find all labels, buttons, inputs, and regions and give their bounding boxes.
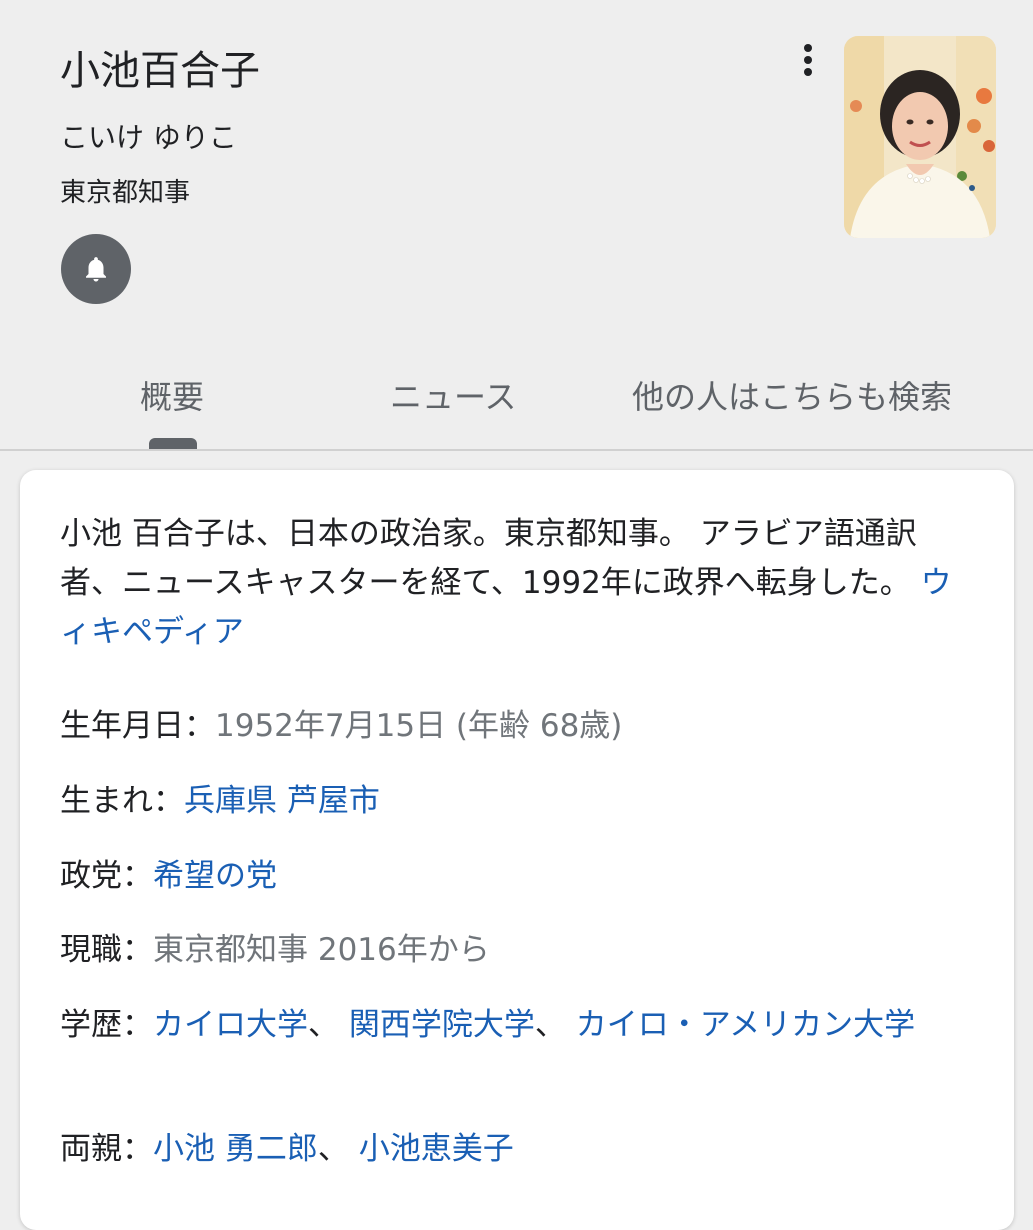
bell-icon — [86, 257, 106, 282]
education-link[interactable]: 関西学院大学 — [349, 1007, 535, 1043]
fact-label: 政党： — [60, 858, 153, 894]
fact-birthplace: 生まれ：兵庫県 芦屋市 — [60, 777, 970, 826]
fact-label: 生年月日： — [60, 708, 215, 744]
tab-bar: 概要 ニュース 他の人はこちらも検索 — [0, 350, 1033, 450]
description-text: 小池 百合子は、日本の政治家。東京都知事。 アラビア語通訳者、ニュースキャスター… — [60, 516, 917, 601]
fact-office: 現職：東京都知事 2016年から — [60, 926, 970, 975]
fact-label: 学歴： — [60, 1007, 153, 1043]
party-link[interactable]: 希望の党 — [153, 858, 277, 894]
entity-subtitle: 東京都知事 — [60, 178, 191, 208]
fact-education: 学歴：カイロ大学、 関西学院大学、 カイロ・アメリカン大学 — [60, 1001, 970, 1050]
more-vert-icon — [804, 44, 812, 76]
more-options-button[interactable] — [788, 38, 828, 82]
fact-label: 現職： — [60, 932, 153, 968]
tab-people-also-search[interactable]: 他の人はこちらも検索 — [632, 372, 952, 418]
tab-news[interactable]: ニュース — [390, 372, 516, 418]
birthplace-link[interactable]: 兵庫県 芦屋市 — [184, 783, 380, 819]
fact-label: 生まれ： — [60, 783, 184, 819]
entity-title: 小池百合子 — [60, 48, 260, 94]
overview-card: 小池 百合子は、日本の政治家。東京都知事。 アラビア語通訳者、ニュースキャスター… — [20, 470, 1014, 1230]
separator: 、 — [317, 1131, 359, 1167]
follow-button[interactable] — [61, 234, 131, 304]
education-link[interactable]: カイロ大学 — [153, 1007, 308, 1043]
entity-photo[interactable] — [844, 36, 996, 238]
parent-link[interactable]: 小池恵美子 — [359, 1131, 514, 1167]
separator: 、 — [534, 1007, 576, 1043]
fact-party: 政党：希望の党 — [60, 852, 970, 901]
education-link[interactable]: カイロ・アメリカン大学 — [576, 1007, 915, 1043]
knowledge-panel-header: 小池百合子 こいけ ゆりこ 東京都知事 概要 ニュース 他の人はこちらも検索 — [0, 0, 1033, 450]
fact-parents: 両親：小池 勇二郎、 小池恵美子 — [60, 1125, 970, 1174]
parent-link[interactable]: 小池 勇二郎 — [153, 1131, 318, 1167]
portrait-image — [844, 36, 996, 238]
separator: 、 — [308, 1007, 349, 1043]
entity-reading: こいけ ゆりこ — [60, 121, 237, 154]
fact-label: 両親： — [60, 1131, 153, 1167]
tab-overview[interactable]: 概要 — [140, 372, 204, 418]
entity-description: 小池 百合子は、日本の政治家。東京都知事。 アラビア語通訳者、ニュースキャスター… — [60, 510, 970, 657]
fact-value: 1952年7月15日 (年齢 68歳) — [215, 708, 623, 744]
fact-born: 生年月日：1952年7月15日 (年齢 68歳) — [60, 702, 970, 751]
header-divider — [0, 449, 1033, 451]
fact-value: 東京都知事 2016年から — [153, 932, 490, 968]
